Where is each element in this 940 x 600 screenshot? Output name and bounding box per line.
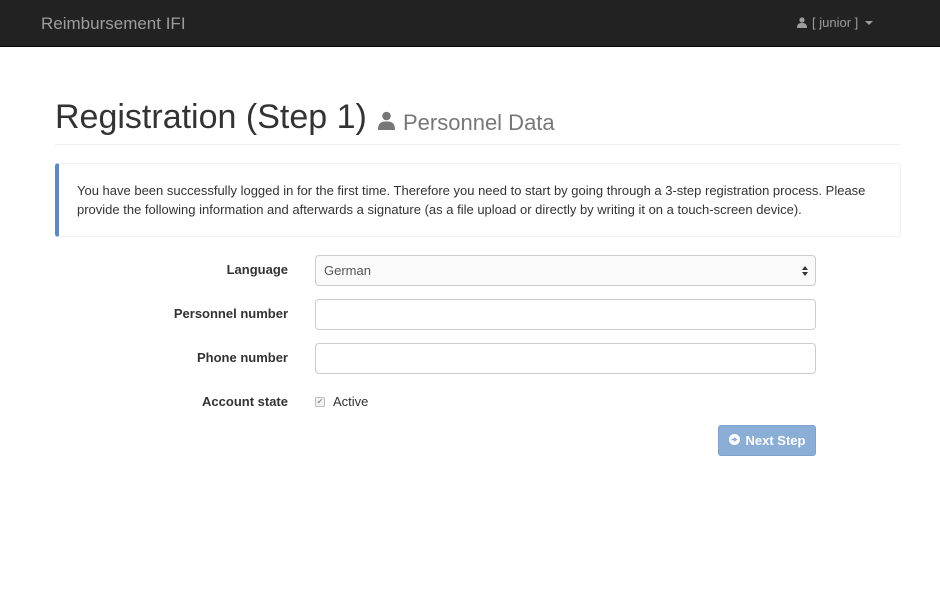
phone-number-input[interactable] bbox=[315, 343, 816, 374]
phone-number-label: Phone number bbox=[196, 350, 288, 365]
account-state-label: Account state bbox=[202, 394, 288, 409]
top-navbar: Reimbursement IFI [ junior ] bbox=[0, 0, 940, 47]
callout-text: You have been successfully logged in for… bbox=[77, 183, 866, 217]
info-callout: You have been successfully logged in for… bbox=[55, 163, 901, 237]
page-header: Registration (Step 1) Personnel Data bbox=[55, 98, 900, 145]
active-checkbox[interactable]: ✔ bbox=[315, 396, 325, 407]
circle-arrow-right-icon bbox=[728, 433, 740, 448]
active-checkbox-label: Active bbox=[333, 394, 369, 409]
page-subtitle: Personnel Data bbox=[378, 110, 555, 136]
user-menu-dropdown[interactable]: [ junior ] bbox=[797, 15, 874, 30]
language-select[interactable]: German bbox=[315, 255, 816, 286]
personnel-number-input[interactable] bbox=[315, 299, 816, 330]
user-icon bbox=[378, 110, 395, 136]
user-icon bbox=[797, 17, 807, 28]
language-label: Language bbox=[226, 262, 288, 277]
next-step-label: Next Step bbox=[745, 433, 806, 448]
user-name: [ junior ] bbox=[812, 15, 859, 30]
account-state-field: ✔ Active bbox=[315, 394, 368, 409]
personnel-number-label: Personnel number bbox=[173, 306, 288, 321]
next-step-button[interactable]: Next Step bbox=[718, 425, 816, 456]
app-brand[interactable]: Reimbursement IFI bbox=[41, 14, 186, 34]
subtitle-text: Personnel Data bbox=[403, 110, 555, 135]
page-title: Registration (Step 1) bbox=[55, 98, 367, 136]
select-arrows-icon bbox=[802, 266, 808, 276]
language-selected-value: German bbox=[324, 263, 371, 278]
caret-down-icon bbox=[865, 20, 874, 25]
